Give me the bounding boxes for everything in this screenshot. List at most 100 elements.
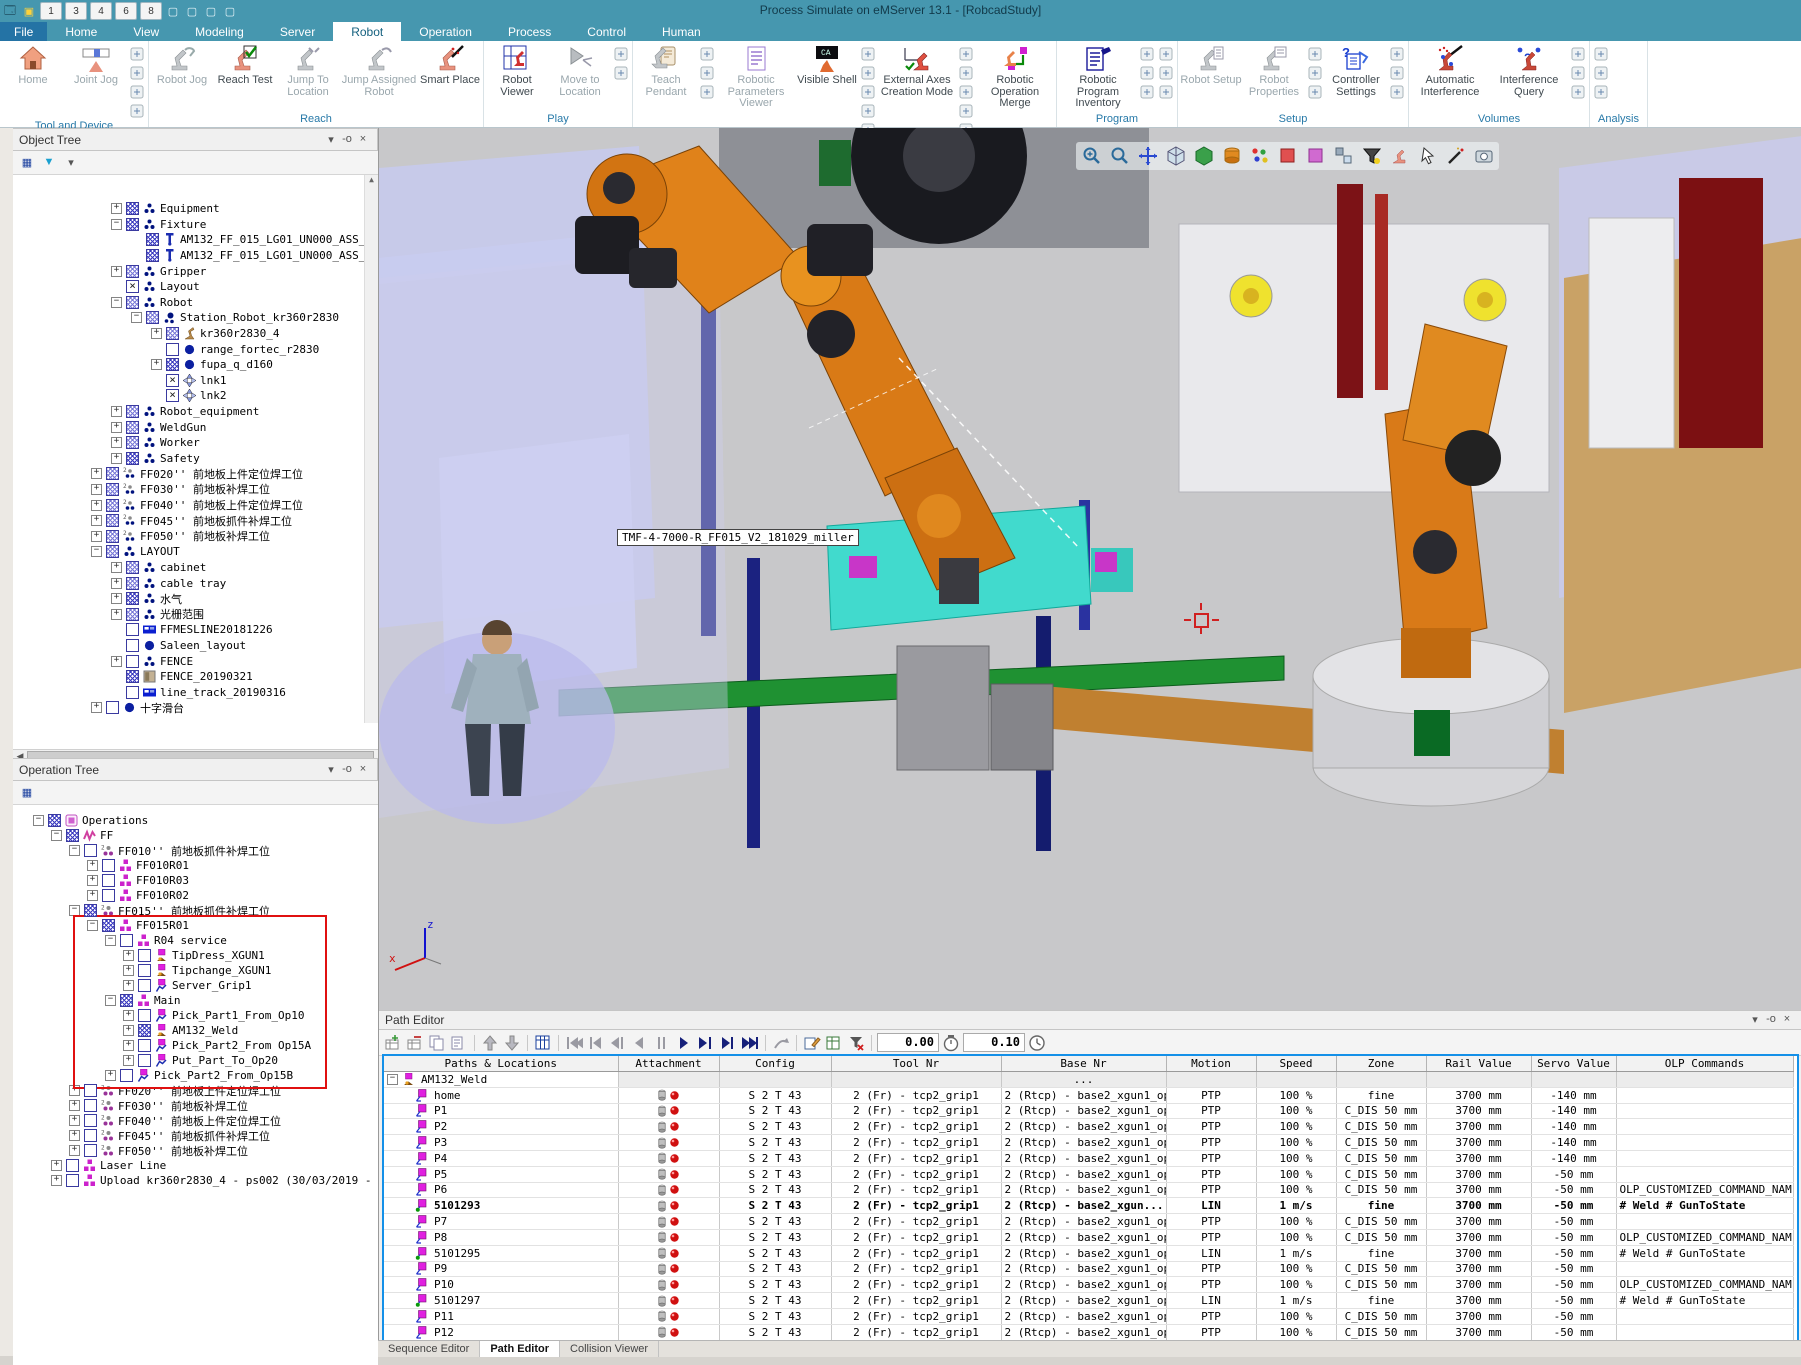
tree-item-ff020[interactable]: +2FF020'' 前地板上件定位焊工位	[13, 1083, 378, 1098]
play-backward-icon[interactable]	[630, 1033, 650, 1053]
tree-item-range-fortec-r2830[interactable]: +range_fortec_r2830	[13, 341, 378, 357]
zoom-window-icon[interactable]	[1107, 144, 1132, 168]
expander-icon[interactable]: −	[51, 830, 62, 841]
column-header-attachment[interactable]: Attachment	[618, 1056, 719, 1072]
visibility-checkbox[interactable]	[84, 904, 97, 917]
iso-cube-icon[interactable]	[1163, 144, 1188, 168]
expander-icon[interactable]: +	[91, 515, 102, 526]
funnel-icon[interactable]	[1359, 144, 1384, 168]
visibility-checkbox[interactable]	[126, 561, 139, 574]
customize-columns-icon[interactable]: ▦	[19, 156, 35, 170]
robot-setup-button[interactable]: Robot Setup	[1180, 42, 1242, 87]
expander-icon[interactable]: +	[51, 1175, 62, 1186]
tree-item-ff010r02[interactable]: +FF010R02	[13, 888, 378, 903]
robotic-parameters-viewer-button[interactable]: Robotic Parameters Viewer	[717, 42, 795, 110]
visibility-checkbox[interactable]	[106, 530, 119, 543]
visibility-checkbox[interactable]	[126, 218, 139, 231]
analysis-table-icon[interactable]	[1592, 64, 1610, 82]
expander-icon[interactable]: −	[387, 1074, 398, 1085]
tree-item-ff045[interactable]: +2FF045'' 前地板抓件补焊工位	[13, 1128, 378, 1143]
expander-icon[interactable]: +	[69, 1145, 80, 1156]
doc-edit-icon[interactable]	[698, 83, 716, 101]
tree-item-put-part-to-op20[interactable]: +Put_Part_To_Op20	[13, 1053, 378, 1068]
table-row-p5[interactable]: P5S 2 T 432 (Fr) - tcp2_grip12 (Rtcp) - …	[384, 1166, 1793, 1182]
copy-location-icon[interactable]	[427, 1033, 447, 1053]
pointer-icon[interactable]	[1415, 144, 1440, 168]
pause-icon[interactable]	[652, 1033, 672, 1053]
expander-icon[interactable]: −	[105, 935, 116, 946]
expander-icon[interactable]: +	[69, 1115, 80, 1126]
tree-item-server-grip1[interactable]: +Server_Grip1	[13, 978, 378, 993]
tree-item-ff010[interactable]: −2FF010'' 前地板抓件补焊工位	[13, 843, 378, 858]
play-icon[interactable]	[674, 1033, 694, 1053]
tree-item-weldgun[interactable]: +WeldGun	[13, 419, 378, 435]
volume-swing-icon[interactable]	[1569, 83, 1587, 101]
expander-icon[interactable]: +	[123, 1025, 134, 1036]
tab-process[interactable]: Process	[490, 22, 569, 41]
customize-columns-icon[interactable]	[533, 1033, 553, 1053]
expander-icon[interactable]: +	[111, 266, 122, 277]
axes-b-icon[interactable]	[957, 64, 975, 82]
expander-icon[interactable]: +	[123, 1010, 134, 1021]
table-row-home[interactable]: homeS 2 T 432 (Fr) - tcp2_grip12 (Rtcp) …	[384, 1087, 1793, 1103]
expander-icon[interactable]: +	[91, 484, 102, 495]
tree-item-ff045[interactable]: +2FF045'' 前地板抓件补焊工位	[13, 513, 378, 529]
table-row-p1[interactable]: P1S 2 T 432 (Fr) - tcp2_grip12 (Rtcp) - …	[384, 1103, 1793, 1119]
column-header-zone[interactable]: Zone	[1336, 1056, 1426, 1072]
tree-item-robot[interactable]: −Robot	[13, 295, 378, 311]
visibility-checkbox[interactable]	[84, 1099, 97, 1112]
bottom-tab-collision-viewer[interactable]: Collision Viewer	[560, 1341, 659, 1357]
jump-assigned-robot-button[interactable]: Jump Assigned Robot	[340, 42, 418, 98]
visibility-checkbox[interactable]	[106, 514, 119, 527]
tree-item-layout[interactable]: +Layout	[13, 279, 378, 295]
expander-icon[interactable]: +	[111, 453, 122, 464]
visibility-checkbox[interactable]	[84, 1084, 97, 1097]
expander-icon[interactable]: −	[91, 546, 102, 557]
jump-arrow-icon[interactable]	[771, 1033, 791, 1053]
visibility-checkbox[interactable]	[84, 1144, 97, 1157]
tree-item-fence[interactable]: +FENCE	[13, 653, 378, 669]
material-mode-icon[interactable]	[1219, 144, 1244, 168]
table-row-p11[interactable]: P11S 2 T 432 (Fr) - tcp2_grip12 (Rtcp) -…	[384, 1308, 1793, 1324]
tab-robot[interactable]: Robot	[333, 22, 401, 41]
tree-item-am132-weld[interactable]: +AM132_Weld	[13, 1023, 378, 1038]
visibility-checkbox[interactable]	[138, 1024, 151, 1037]
visibility-checkbox[interactable]	[66, 829, 79, 842]
expander-icon[interactable]: +	[91, 702, 102, 713]
tree-item-ff030[interactable]: +2FF030'' 前地板补焊工位	[13, 482, 378, 498]
column-header-motion[interactable]: Motion	[1166, 1056, 1256, 1072]
tree-item-pick-part1-from-op10[interactable]: +Pick_Part1_From_Op10	[13, 1008, 378, 1023]
reach-test-button[interactable]: Reach Test	[214, 42, 276, 87]
visibility-checkbox[interactable]	[146, 233, 159, 246]
visibility-checkbox[interactable]	[84, 1114, 97, 1127]
visibility-checkbox[interactable]	[138, 1039, 151, 1052]
expander-icon[interactable]: +	[51, 1160, 62, 1171]
table-row-p4[interactable]: P4S 2 T 432 (Fr) - tcp2_grip12 (Rtcp) - …	[384, 1150, 1793, 1166]
visibility-checkbox[interactable]	[102, 874, 115, 887]
tree-item-r04-service[interactable]: −R04 service	[13, 933, 378, 948]
column-header-servo-value[interactable]: Servo Value	[1531, 1056, 1616, 1072]
tree-item-worker[interactable]: +Worker	[13, 435, 378, 451]
step-backward-icon[interactable]	[608, 1033, 628, 1053]
visible-shell-button[interactable]: CAVisible Shell	[796, 42, 858, 87]
expander-icon[interactable]: −	[87, 920, 98, 931]
table-row-5101295[interactable]: 5101295S 2 T 432 (Fr) - tcp2_grip12 (Rtc…	[384, 1245, 1793, 1261]
expander-icon[interactable]: +	[151, 359, 162, 370]
visibility-checkbox[interactable]	[138, 1009, 151, 1022]
interference-query-button[interactable]: ?Interference Query	[1490, 42, 1568, 98]
expander-icon[interactable]: +	[111, 203, 122, 214]
tree-item-[interactable]: +十字滑台	[13, 700, 378, 716]
tree-item-station-robot-kr360r2830[interactable]: −Station_Robot_kr360r2830	[13, 310, 378, 326]
object-tree-vscrollbar[interactable]: ▲	[364, 175, 378, 723]
setup-tools-icon[interactable]	[1306, 83, 1324, 101]
program-sync-icon[interactable]	[1138, 83, 1156, 101]
expander-icon[interactable]: +	[111, 593, 122, 604]
table-row-p10[interactable]: P10S 2 T 432 (Fr) - tcp2_grip12 (Rtcp) -…	[384, 1277, 1793, 1293]
close-icon[interactable]: ×	[1779, 1013, 1795, 1027]
robot-view-icon[interactable]	[1387, 144, 1412, 168]
robot-attach-icon[interactable]	[128, 83, 146, 101]
axes-a-icon[interactable]	[957, 45, 975, 63]
expander-icon[interactable]: −	[131, 312, 142, 323]
arrow-jump-up-icon[interactable]	[612, 45, 630, 63]
jump-to-end-icon[interactable]	[740, 1033, 760, 1053]
